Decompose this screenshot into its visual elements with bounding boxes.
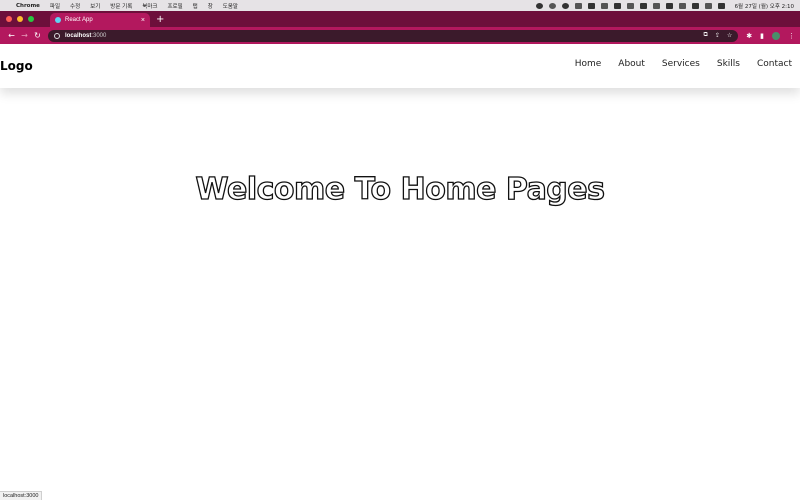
menu-bookmarks[interactable]: 북마크 [142, 2, 157, 10]
back-icon[interactable]: ← [5, 31, 18, 40]
page-viewport: Logo Home About Services Skills Contact … [0, 44, 800, 500]
share-icon[interactable]: ⇪ [715, 32, 720, 39]
address-bar[interactable]: localhost:3000 ⧉ ⇪ ☆ [48, 29, 739, 42]
url-host: localhost [65, 32, 92, 39]
app-icon[interactable] [548, 2, 556, 9]
site-nav: Home About Services Skills Contact [558, 59, 792, 69]
nav-services[interactable]: Services [662, 59, 700, 69]
nav-contact[interactable]: Contact [757, 59, 792, 69]
clipboard-icon[interactable] [613, 2, 621, 9]
nav-home[interactable]: Home [575, 59, 602, 69]
react-favicon-icon [55, 17, 61, 23]
side-panel-icon[interactable]: ▮ [760, 32, 764, 40]
nav-about[interactable]: About [618, 59, 645, 69]
macos-menu-bar: Chrome 파일 수정 보기 방문 기록 북마크 프로필 탭 창 도움말 6월… [0, 0, 800, 11]
cloud-icon[interactable] [626, 2, 634, 9]
menu-history[interactable]: 방문 기록 [110, 2, 132, 10]
menu-file[interactable]: 파일 [50, 2, 60, 10]
more-menu-icon[interactable]: ⋮ [788, 32, 795, 40]
browser-toolbar: ← → ↻ localhost:3000 ⧉ ⇪ ☆ ✱ ▮ ⋮ [0, 27, 800, 44]
search-icon[interactable] [704, 2, 712, 9]
site-info-icon[interactable] [54, 32, 60, 39]
menu-app-name[interactable]: Chrome [16, 3, 40, 9]
status-area: 6월 27일 (월) 오후 2:10 [535, 2, 794, 10]
bookmark-star-icon[interactable]: ☆ [727, 32, 732, 39]
site-header: Logo Home About Services Skills Contact [0, 44, 800, 88]
menu-edit[interactable]: 수정 [70, 2, 80, 10]
video-icon[interactable] [574, 2, 582, 9]
extensions-icon[interactable]: ✱ [746, 32, 752, 40]
maximize-window-button[interactable] [28, 16, 34, 22]
wifi-icon[interactable] [691, 2, 699, 9]
menu-view[interactable]: 보기 [90, 2, 100, 10]
site-logo[interactable]: Logo [0, 59, 33, 73]
window-controls [6, 11, 34, 27]
status-bar-link: localhost:3000 [0, 491, 43, 500]
translate-icon[interactable]: ⧉ [704, 32, 708, 39]
close-window-button[interactable] [6, 16, 12, 22]
battery-icon[interactable] [652, 2, 660, 9]
menu-clock[interactable]: 6월 27일 (월) 오후 2:10 [735, 2, 794, 10]
minimize-window-button[interactable] [17, 16, 23, 22]
control-center-icon[interactable] [717, 2, 725, 9]
display-icon[interactable] [639, 2, 647, 9]
reload-icon[interactable]: ↻ [31, 31, 44, 40]
tab-title: React App [65, 17, 93, 23]
forward-icon[interactable]: → [18, 31, 31, 40]
browser-tab[interactable]: React App × [50, 13, 150, 27]
grid-icon[interactable] [678, 2, 686, 9]
menu-tab[interactable]: 탭 [193, 2, 198, 10]
record-icon[interactable] [535, 2, 543, 9]
keyboard-icon[interactable] [665, 2, 673, 9]
menu-help[interactable]: 도움말 [223, 2, 238, 10]
chrome-status-icon[interactable] [561, 2, 569, 9]
browser-tab-bar: React App × + [0, 11, 800, 27]
menu-window[interactable]: 창 [208, 2, 213, 10]
url-port: :3000 [91, 32, 107, 39]
menu-profile[interactable]: 프로필 [167, 2, 182, 10]
chat-icon[interactable] [587, 2, 595, 9]
profile-avatar[interactable] [772, 31, 780, 40]
new-tab-button[interactable]: + [156, 13, 164, 27]
hero-title: Welcome To Home Pages [195, 171, 606, 207]
nav-skills[interactable]: Skills [717, 59, 740, 69]
phone-icon[interactable] [600, 2, 608, 9]
close-tab-icon[interactable]: × [141, 17, 145, 24]
